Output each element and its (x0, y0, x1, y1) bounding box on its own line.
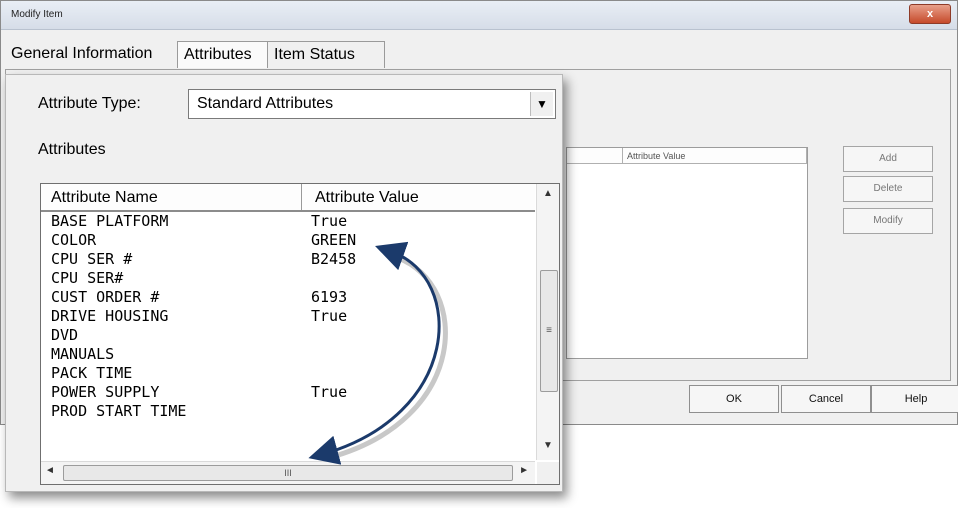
list-row[interactable]: POWER SUPPLY True (41, 383, 535, 402)
scroll-right-icon[interactable]: ► (519, 465, 529, 476)
attribute-value-cell: True (311, 212, 348, 230)
title-bar: Modify Item x (1, 1, 957, 30)
tab-item-status[interactable]: Item Status (267, 41, 385, 68)
zoomed-attributes-panel: Attribute Type: Standard Attributes ▼ At… (5, 74, 563, 492)
cancel-button[interactable]: Cancel (781, 385, 871, 413)
list-row[interactable]: MANUALS (41, 345, 535, 364)
list-row[interactable]: DRIVE HOUSING True (41, 307, 535, 326)
scroll-up-icon[interactable]: ▲ (537, 188, 559, 204)
attribute-name-cell: CPU SER# (51, 269, 124, 287)
window-title: Modify Item (11, 9, 63, 20)
modify-button[interactable]: Modify (843, 208, 933, 234)
attribute-value-cell: 6193 (311, 288, 348, 306)
background-attribute-list: Attribute Value (566, 147, 808, 359)
list-row[interactable]: COLOR GREEN (41, 231, 535, 250)
list-row[interactable]: PACK TIME (41, 364, 535, 383)
horizontal-scrollbar[interactable]: ◄ III ► (41, 461, 535, 484)
dropdown-arrow-icon[interactable]: ▼ (530, 92, 553, 116)
attribute-name-cell: POWER SUPPLY (51, 383, 160, 401)
help-button[interactable]: Help (871, 385, 958, 413)
ok-button[interactable]: OK (689, 385, 779, 413)
tab-attributes[interactable]: Attributes (177, 41, 277, 68)
attribute-value-cell: GREEN (311, 231, 357, 249)
attribute-name-cell: CUST ORDER # (51, 288, 160, 306)
scroll-left-icon[interactable]: ◄ (45, 465, 55, 476)
attribute-name-cell: BASE PLATFORM (51, 212, 169, 230)
attribute-name-cell: MANUALS (51, 345, 115, 363)
scrollbar-corner (537, 462, 559, 484)
attribute-name-cell: PROD START TIME (51, 402, 187, 420)
bg-column-header-name (567, 148, 623, 164)
column-header-attribute-value[interactable]: Attribute Value (315, 184, 515, 210)
vertical-scrollbar[interactable]: ▲ ≡ ▼ (536, 184, 559, 460)
add-button[interactable]: Add (843, 146, 933, 172)
attribute-name-cell: COLOR (51, 231, 97, 249)
attribute-type-select[interactable]: Standard Attributes ▼ (188, 89, 556, 119)
scroll-down-icon[interactable]: ▼ (537, 440, 559, 456)
attribute-value-cell: True (311, 383, 348, 401)
attributes-list[interactable]: Attribute Name Attribute Value BASE PLAT… (40, 183, 560, 485)
attribute-type-value: Standard Attributes (197, 95, 334, 112)
vertical-scroll-thumb[interactable]: ≡ (540, 270, 558, 392)
list-row[interactable]: CUST ORDER # 6193 (41, 288, 535, 307)
horizontal-scroll-thumb[interactable]: III (63, 465, 513, 481)
attribute-name-cell: PACK TIME (51, 364, 133, 382)
attribute-name-cell: DVD (51, 326, 79, 344)
bg-column-header-value: Attribute Value (623, 148, 807, 164)
list-row[interactable]: BASE PLATFORM True (41, 212, 535, 231)
list-row[interactable]: DVD (41, 326, 535, 345)
close-button[interactable]: x (909, 4, 951, 24)
list-row[interactable]: CPU SER# (41, 269, 535, 288)
list-row[interactable]: CPU SER # B2458 (41, 250, 535, 269)
attribute-value-cell: B2458 (311, 250, 357, 268)
list-rows: BASE PLATFORM True COLOR GREEN CPU SER # B245… (41, 212, 535, 421)
tab-general-information[interactable]: General Information (5, 41, 177, 67)
attribute-name-cell: DRIVE HOUSING (51, 307, 169, 325)
attribute-value-cell: True (311, 307, 348, 325)
list-header: Attribute Name Attribute Value (41, 184, 535, 212)
column-header-attribute-name[interactable]: Attribute Name (51, 184, 302, 210)
attributes-section-label: Attributes (38, 141, 106, 158)
attribute-type-label: Attribute Type: (38, 95, 141, 112)
list-row[interactable]: PROD START TIME (41, 402, 535, 421)
delete-button[interactable]: Delete (843, 176, 933, 202)
attribute-name-cell: CPU SER # (51, 250, 133, 268)
